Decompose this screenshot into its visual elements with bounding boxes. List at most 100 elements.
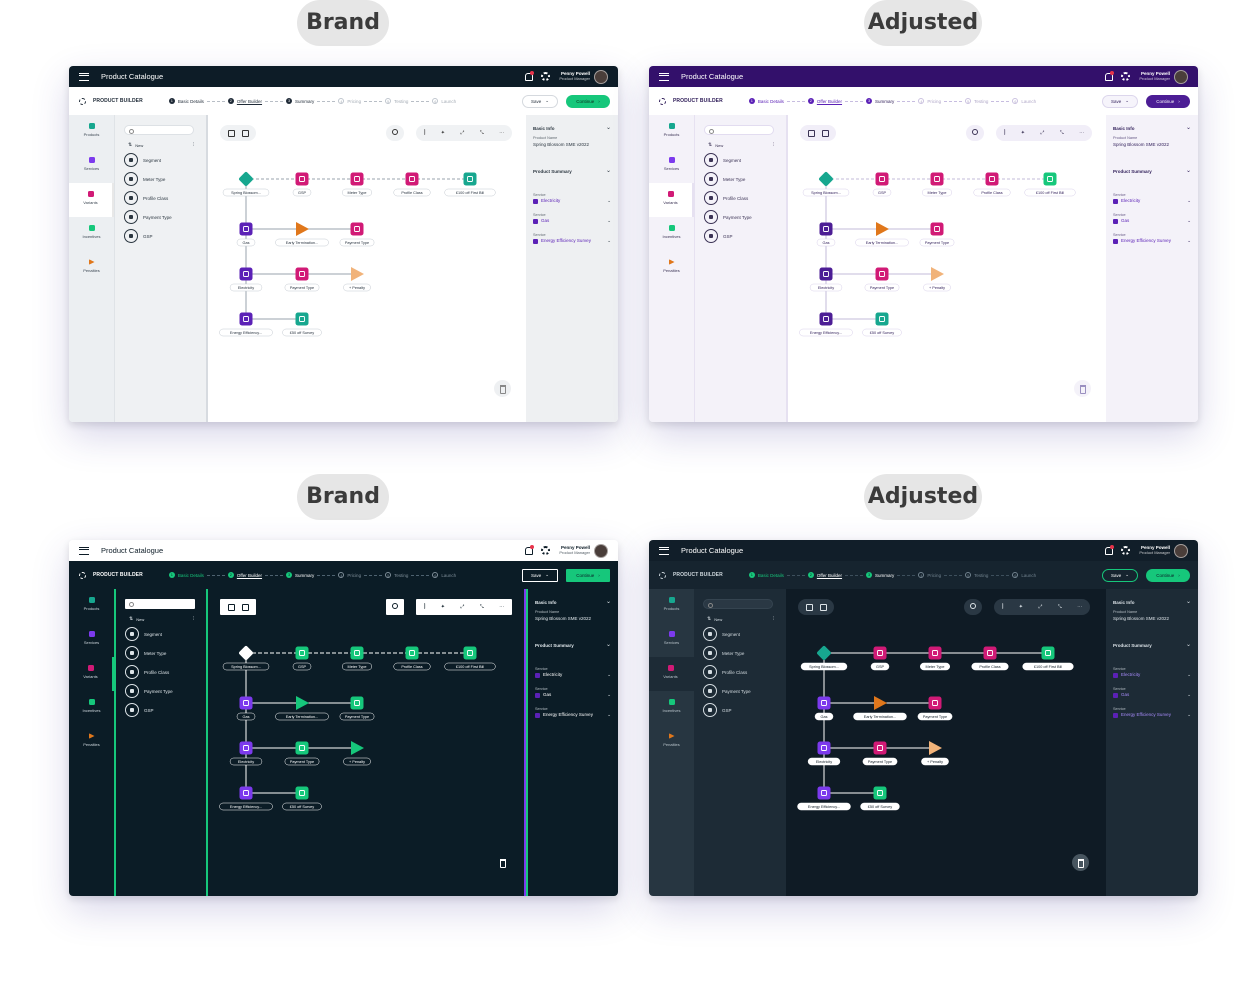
item-gsp[interactable]: GSP	[124, 229, 206, 243]
menu-icon[interactable]	[79, 546, 89, 555]
save-button[interactable]: Save ⌄	[1102, 568, 1138, 582]
gear-icon[interactable]	[541, 546, 551, 555]
basic-info-header[interactable]: Basic Info ⌄	[1113, 599, 1191, 605]
continue-button[interactable]: Continue ›	[1146, 568, 1190, 582]
flow-node-early[interactable]: Early Termination...	[853, 696, 907, 721]
flow-node-gsp[interactable]: GSP	[292, 646, 312, 671]
nav-item-variants[interactable]: Variants	[69, 183, 114, 217]
service-select-energy-survey[interactable]: Energy Efficiency Survey ⌄	[533, 238, 611, 244]
search-input[interactable]	[703, 599, 773, 609]
filter-icon[interactable]: ⫶	[773, 616, 774, 622]
product-summary-header[interactable]: Product Summary ⌄	[1113, 168, 1191, 174]
item-profile-class[interactable]: Profile Class	[703, 665, 786, 679]
sort-icon[interactable]: ⇅	[129, 616, 133, 622]
avatar[interactable]	[1174, 543, 1188, 558]
flow-node-early[interactable]: Early Termination...	[275, 222, 329, 247]
service-select-energy-survey[interactable]: Energy Efficiency Survey ⌄	[1113, 238, 1191, 244]
product-summary-header[interactable]: Product Summary ⌄	[533, 168, 611, 174]
continue-button[interactable]: Continue ›	[566, 94, 610, 108]
flow-node-survey[interactable]: £50 off Survey	[862, 312, 902, 337]
flow-node-gas[interactable]: Gas	[814, 696, 834, 721]
flow-node-prof[interactable]: Profile Class	[393, 646, 431, 671]
nav-item-services[interactable]: Services	[69, 623, 114, 657]
menu-icon[interactable]	[79, 72, 89, 81]
step-launch[interactable]: 6 Launch	[1012, 98, 1036, 104]
step-launch[interactable]: 6 Launch	[432, 98, 456, 104]
menu-icon[interactable]	[659, 546, 669, 555]
gear-icon[interactable]	[1121, 72, 1131, 81]
nav-item-penalties[interactable]: Penalties	[69, 725, 114, 759]
filter-icon[interactable]: ⫶	[773, 142, 774, 148]
service-select-energy-survey[interactable]: Energy Efficiency Survey ⌄	[535, 712, 611, 718]
nav-item-services[interactable]: Services	[649, 149, 694, 183]
flow-node-pay2[interactable]: Payment Type	[864, 267, 900, 292]
step-summary[interactable]: 3 Summary	[866, 572, 894, 578]
step-offer-builder[interactable]: 2 Offer Builder	[807, 572, 842, 578]
step-pricing[interactable]: 4 Pricing	[338, 98, 361, 104]
nav-item-incentives[interactable]: Incentives	[69, 691, 114, 725]
flow-node-pay1[interactable]: Payment Type	[919, 222, 955, 247]
flow-node-energy[interactable]: Energy Efficiency...	[219, 312, 273, 337]
flow-node-elec[interactable]: Electricity	[229, 267, 263, 292]
flow-node-pay1[interactable]: Payment Type	[339, 696, 375, 721]
flow-node-bill[interactable]: £100 off First Bill	[444, 646, 496, 671]
service-select-gas[interactable]: Gas ⌄	[533, 218, 611, 224]
step-pricing[interactable]: 4 Pricing	[338, 572, 361, 578]
save-button[interactable]: Save ⌄	[522, 568, 558, 582]
flow-node-early[interactable]: Early Termination...	[855, 222, 909, 247]
step-pricing[interactable]: 4 Pricing	[918, 572, 941, 578]
trash-icon[interactable]	[1072, 854, 1089, 871]
nav-item-penalties[interactable]: Penalties	[69, 251, 114, 285]
sort-icon[interactable]: ⇅	[708, 142, 712, 148]
flow-node-root[interactable]: Spring Blossom...	[800, 645, 848, 671]
service-select-electricity[interactable]: Electricity ⌄	[1113, 198, 1191, 204]
flow-node-elec[interactable]: Electricity	[807, 741, 841, 766]
step-testing[interactable]: 5 Testing	[385, 572, 408, 578]
item-gsp[interactable]: GSP	[704, 229, 786, 243]
step-basic-details[interactable]: 1 Basic Details	[168, 98, 204, 104]
flow-node-bill[interactable]: £100 off First Bill	[1022, 646, 1074, 671]
flow-node-gas[interactable]: Gas	[236, 222, 256, 247]
step-summary[interactable]: 3 Summary	[286, 98, 314, 104]
flow-node-meter[interactable]: Meter Type	[342, 172, 372, 197]
flow-node-meter[interactable]: Meter Type	[920, 646, 950, 671]
filter-icon[interactable]: ⫶	[193, 616, 194, 622]
step-basic-details[interactable]: 1 Basic Details	[168, 572, 204, 578]
flow-node-gas[interactable]: Gas	[236, 696, 256, 721]
flow-node-energy[interactable]: Energy Efficiency...	[799, 312, 853, 337]
flow-node-gas[interactable]: Gas	[816, 222, 836, 247]
service-select-electricity[interactable]: Electricity ⌄	[1113, 672, 1191, 678]
save-button[interactable]: Save ⌄	[522, 94, 558, 108]
trash-icon[interactable]	[1074, 380, 1091, 397]
flow-node-early[interactable]: Early Termination...	[275, 696, 329, 721]
flow-node-penalty[interactable]: + Penalty	[921, 741, 949, 766]
step-testing[interactable]: 5 Testing	[965, 572, 988, 578]
flow-node-root[interactable]: Spring Blossom...	[222, 171, 270, 197]
nav-item-products[interactable]: Products	[69, 589, 114, 623]
step-offer-builder[interactable]: 2 Offer Builder	[227, 572, 262, 578]
basic-info-header[interactable]: Basic Info ⌄	[1113, 125, 1191, 131]
trash-icon[interactable]	[494, 380, 511, 397]
nav-item-incentives[interactable]: Incentives	[649, 217, 694, 251]
flow-node-prof[interactable]: Profile Class	[973, 172, 1011, 197]
flow-node-penalty[interactable]: + Penalty	[343, 267, 371, 292]
item-meter-type[interactable]: Meter Type	[704, 172, 786, 186]
nav-item-services[interactable]: Services	[649, 623, 694, 657]
sort-icon[interactable]: ⇅	[128, 142, 132, 148]
notification-bell-icon[interactable]	[524, 71, 535, 81]
sort-icon[interactable]: ⇅	[707, 616, 711, 622]
service-select-electricity[interactable]: Electricity ⌄	[533, 198, 611, 204]
item-payment-type[interactable]: Payment Type	[124, 210, 206, 224]
flow-node-penalty[interactable]: + Penalty	[343, 741, 371, 766]
flow-node-pay1[interactable]: Payment Type	[917, 696, 953, 721]
flow-node-pay2[interactable]: Payment Type	[284, 267, 320, 292]
notification-bell-icon[interactable]	[524, 545, 535, 555]
item-segment[interactable]: Segment	[124, 153, 206, 167]
step-launch[interactable]: 6 Launch	[432, 572, 456, 578]
continue-button[interactable]: Continue ›	[1146, 94, 1190, 108]
menu-icon[interactable]	[659, 72, 669, 81]
item-payment-type[interactable]: Payment Type	[704, 210, 786, 224]
avatar[interactable]	[1174, 69, 1188, 84]
save-button[interactable]: Save ⌄	[1102, 94, 1138, 108]
item-payment-type[interactable]: Payment Type	[125, 684, 206, 698]
